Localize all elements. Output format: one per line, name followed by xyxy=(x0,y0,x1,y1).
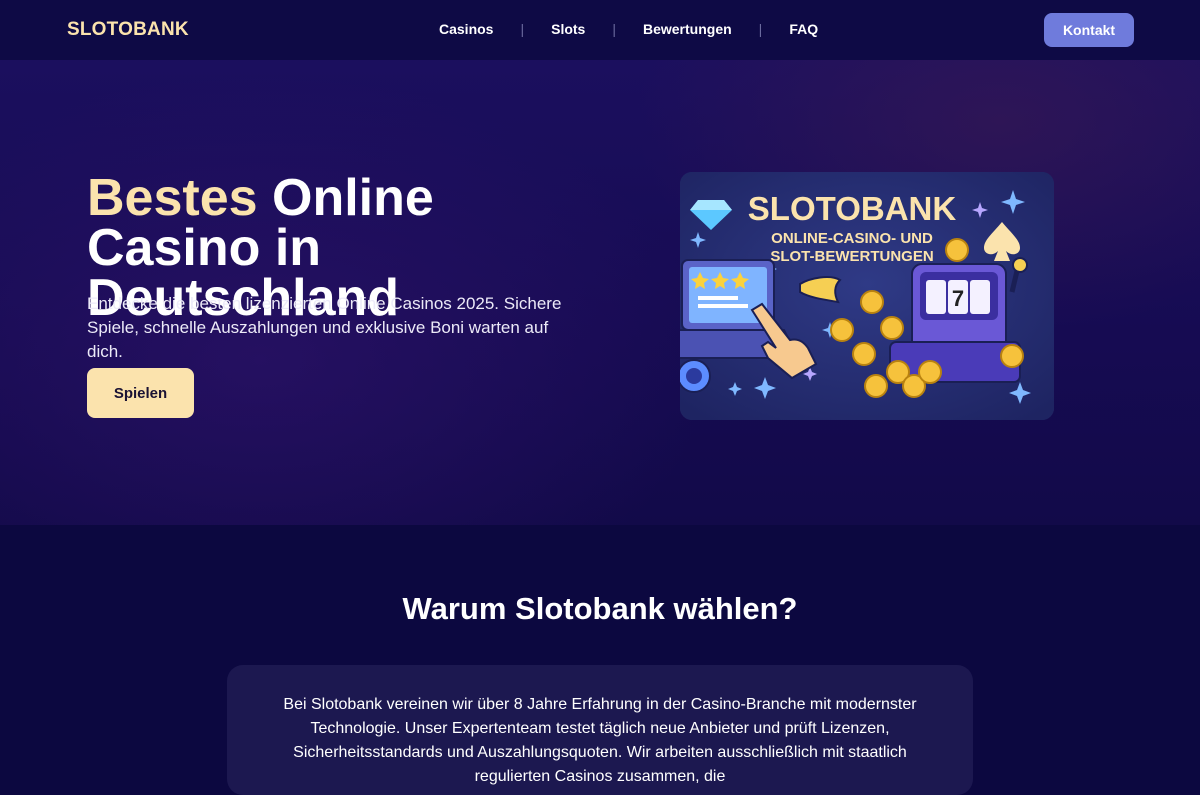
reel-symbol: 7 xyxy=(952,286,964,311)
poker-chip-icon xyxy=(680,359,711,393)
hero-illustration: SLOTOBANK ONLINE-CASINO- UND SLOT-BEWERT… xyxy=(680,172,1054,420)
hero-section: Bestes Online Casino in Deutschland Entd… xyxy=(0,60,1200,525)
why-title: Warum Slotobank wählen? xyxy=(402,591,798,626)
nav-link-slots[interactable]: Slots xyxy=(551,21,585,37)
why-section: Warum Slotobank wählen? Bei Slotobank ve… xyxy=(0,525,1200,795)
why-card: Bei Slotobank vereinen wir über 8 Jahre … xyxy=(227,665,973,795)
illustration-brand: SLOTOBANK xyxy=(748,190,957,227)
nav-link-bewertungen[interactable]: Bewertungen xyxy=(643,21,732,37)
site-header: SLOTOBANK Casinos | Slots | Bewertungen … xyxy=(0,0,1200,60)
nav-link-faq[interactable]: FAQ xyxy=(789,21,818,37)
play-button[interactable]: Spielen xyxy=(87,368,194,418)
nav-separator: | xyxy=(520,21,525,37)
illustration-line1: ONLINE-CASINO- UND xyxy=(771,230,933,247)
contact-button[interactable]: Kontakt xyxy=(1044,13,1134,47)
hero-subtitle: Entdecke die besten lizenzierten Online … xyxy=(87,294,562,361)
main-nav: Casinos | Slots | Bewertungen | FAQ xyxy=(439,21,818,37)
nav-link-casinos[interactable]: Casinos xyxy=(439,21,493,37)
nav-separator: | xyxy=(612,21,616,37)
why-text: Bei Slotobank vereinen wir über 8 Jahre … xyxy=(283,696,917,785)
site-logo[interactable]: SLOTOBANK xyxy=(67,19,189,41)
illustration-line2: SLOT-BEWERTUNGEN xyxy=(770,248,933,265)
nav-separator: | xyxy=(758,21,763,37)
